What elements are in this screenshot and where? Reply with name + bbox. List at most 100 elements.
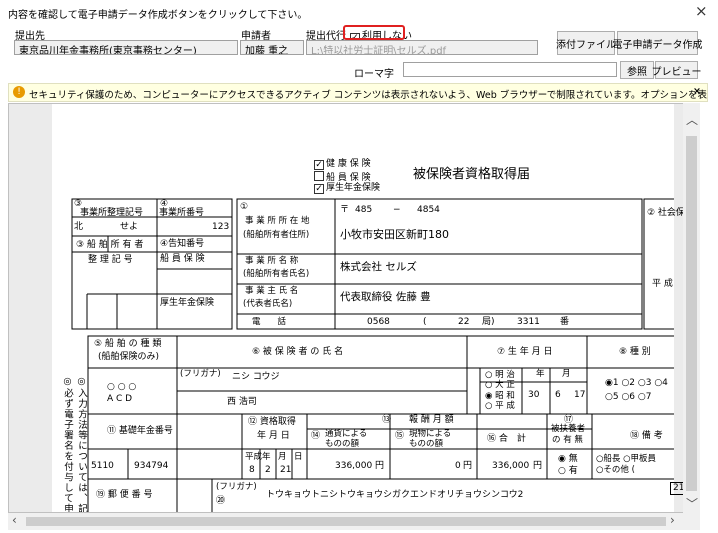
era-taisho[interactable]: ○ 大 正: [485, 380, 515, 390]
horizontal-scrollbar[interactable]: ‹ ›: [8, 513, 700, 530]
ship-type-letters: A C D: [107, 394, 133, 404]
ins-type-pension-label: 厚生年金保険: [326, 183, 381, 193]
postal-code2: 4854: [417, 205, 440, 215]
postal-dash: −: [393, 205, 401, 215]
address: 小牧市安田区新町180: [340, 228, 449, 241]
tel-last: 3311: [517, 317, 540, 327]
ins-type-pension: ✓ 厚生年金保険: [314, 183, 380, 194]
checkbox-empty-icon: [314, 171, 324, 181]
romaji-label: ローマ字: [354, 69, 394, 80]
era-heisei[interactable]: ○ 平 成: [485, 401, 515, 411]
circ-20: ⑳: [216, 496, 226, 506]
vertical-note1: ◎必ず電子署名を付与して申請: [62, 376, 73, 513]
remarks-option2[interactable]: ○その他 (: [596, 465, 635, 475]
browse-button[interactable]: 参照: [620, 61, 654, 79]
romaji-input[interactable]: [403, 62, 617, 77]
pension-no1: 5110: [91, 461, 114, 471]
remarks-label: ⑱ 備 考: [630, 431, 663, 441]
chevron-up-icon[interactable]: ︿: [686, 111, 698, 128]
dependents-label2: の 有 無: [552, 435, 583, 445]
postal-mark: 〒: [340, 205, 350, 215]
notify-no-label: ④告知番号: [160, 239, 205, 249]
pension-no-label: ⑪ 基礎年金番号: [107, 426, 173, 436]
remuneration-label: ⑬ 報 酬 月 額: [382, 415, 454, 425]
currency-label1: 通貨による: [325, 429, 368, 439]
seaman-label: 船 員 保 険: [160, 254, 205, 264]
vertical-scroll-thumb[interactable]: [686, 136, 697, 491]
attach-file-button[interactable]: 添付ファイル: [556, 31, 616, 55]
ship-type-radios[interactable]: ○ ○ ○: [107, 382, 136, 393]
birth-tsuki-label: 月: [562, 369, 571, 379]
close-icon[interactable]: ×: [695, 2, 708, 20]
preview-button[interactable]: プレビュー: [652, 61, 702, 79]
tel-mid: 22: [458, 317, 470, 327]
era-meiji[interactable]: ○ 明 治: [485, 370, 515, 380]
kind-pay-label1: 現物による: [409, 429, 452, 439]
heisei-label: 平 成: [652, 279, 673, 289]
office-addr-label1: 事 業 所 所 在 地: [245, 216, 310, 226]
pension-no2: 934794: [134, 461, 169, 471]
currency-label2: ものの額: [325, 439, 360, 449]
applicant-field[interactable]: 加藤 重之: [240, 40, 304, 55]
postal-label: ⑲ 郵 便 番 号: [96, 490, 153, 500]
total-value: 336,000: [492, 461, 530, 471]
total-label: ⑯ 合 計: [487, 434, 526, 444]
ship-type-label2: (船舶保険のみ): [98, 352, 160, 362]
vertical-scrollbar[interactable]: ︿ ﹀: [683, 103, 700, 513]
checkbox-check-icon: ✓: [314, 160, 324, 170]
tel-ban: 番: [560, 317, 570, 327]
birth-year: 30: [528, 390, 540, 400]
circ-14: ⑭: [311, 431, 321, 441]
owner-label1: 事 業 主 氏 名: [245, 286, 299, 296]
qual-date-label1: ⑫ 資格取得: [248, 417, 296, 427]
chevron-left-icon[interactable]: ‹: [12, 513, 17, 527]
ship-owner-label1: ③ 船 舶 所 有 者: [76, 240, 144, 250]
office-name-label1: 事 業 所 名 称: [245, 256, 299, 266]
form-page: ✓ 健 康 保 険 船 員 保 険 ✓ 厚生年金保険 被保険者資格取得届 ③ ④ 事…: [52, 104, 688, 513]
qual-year: 8: [249, 465, 255, 475]
ship-owner-label2: 整 理 記 号: [88, 255, 133, 265]
circ-2: ② 社会保: [647, 208, 685, 218]
chevron-right-icon[interactable]: ›: [670, 513, 675, 527]
chevron-down-icon[interactable]: ﹀: [686, 495, 698, 512]
qual-nen-label: 年: [262, 452, 271, 462]
kind-options2[interactable]: ○5 ○6 ○7: [605, 392, 651, 403]
file-path-field[interactable]: L:\特以社労士証明\セルズ.pdf: [306, 40, 538, 55]
tel-area: 0568: [367, 317, 390, 327]
kind-options1[interactable]: ◉1 ○2 ○3 ○4: [605, 378, 668, 389]
furigana-label: (フリガナ): [180, 369, 221, 379]
vertical-note2: ◎入力方法等については、記: [76, 376, 87, 513]
form-title: 被保険者資格取得届: [413, 167, 531, 182]
document-viewer[interactable]: ✓ 健 康 保 険 船 員 保 険 ✓ 厚生年金保険 被保険者資格取得届 ③ ④ 事…: [8, 103, 700, 513]
insured-name: 西 浩司: [227, 397, 257, 407]
security-bar-close-icon[interactable]: ×: [693, 86, 701, 97]
birth-month: 6: [555, 390, 561, 400]
owner-label2: (代表者氏名): [243, 299, 293, 309]
birth-day: 17: [574, 390, 586, 400]
horizontal-scroll-thumb[interactable]: [26, 517, 666, 526]
era-showa[interactable]: ◉ 昭 和: [485, 391, 515, 401]
office-name: 株式会社 セルズ: [340, 261, 417, 273]
office-reg-code2: せよ: [120, 222, 139, 232]
furigana-name: ニシ コウジ: [232, 372, 280, 382]
remarks-option1[interactable]: ○船長 ○甲板員: [596, 454, 656, 464]
insured-name-label: ⑥ 被 保 険 者 の 氏 名: [252, 347, 344, 357]
dependents-yes[interactable]: ○ 有: [558, 466, 578, 477]
qual-hi-label: 日: [294, 452, 303, 462]
dependents-label1: 被扶養者: [551, 424, 586, 434]
kind-pay-label2: ものの額: [409, 439, 444, 449]
circ-15: ⑮: [395, 431, 405, 441]
create-data-button[interactable]: 電子申請データ作成: [613, 31, 703, 55]
destination-field[interactable]: 東京品川年金事務所(東京事務センター): [14, 40, 238, 55]
address-furigana: トウキョウトニシトウキョウシガクエンドオリチョウシンコウ2: [266, 490, 524, 500]
ins-type-health: ✓ 健 康 保 険: [314, 159, 371, 170]
qual-day: 21: [280, 465, 292, 475]
ship-type-label1: ⑤ 船 舶 の 種 類: [94, 339, 162, 349]
circ-1: ①: [240, 202, 249, 212]
office-no-label: 事業所番号: [159, 208, 205, 218]
highlight-box: [343, 25, 405, 40]
kind-pay-value: 0: [455, 461, 461, 471]
dependents-none[interactable]: ◉ 無: [558, 454, 578, 465]
security-bar[interactable]: ! セキュリティ保護のため、コンピューターにアクセスできるアクティブ コンテンツ…: [8, 83, 708, 102]
ins-type-health-label: 健 康 保 険: [326, 159, 371, 169]
